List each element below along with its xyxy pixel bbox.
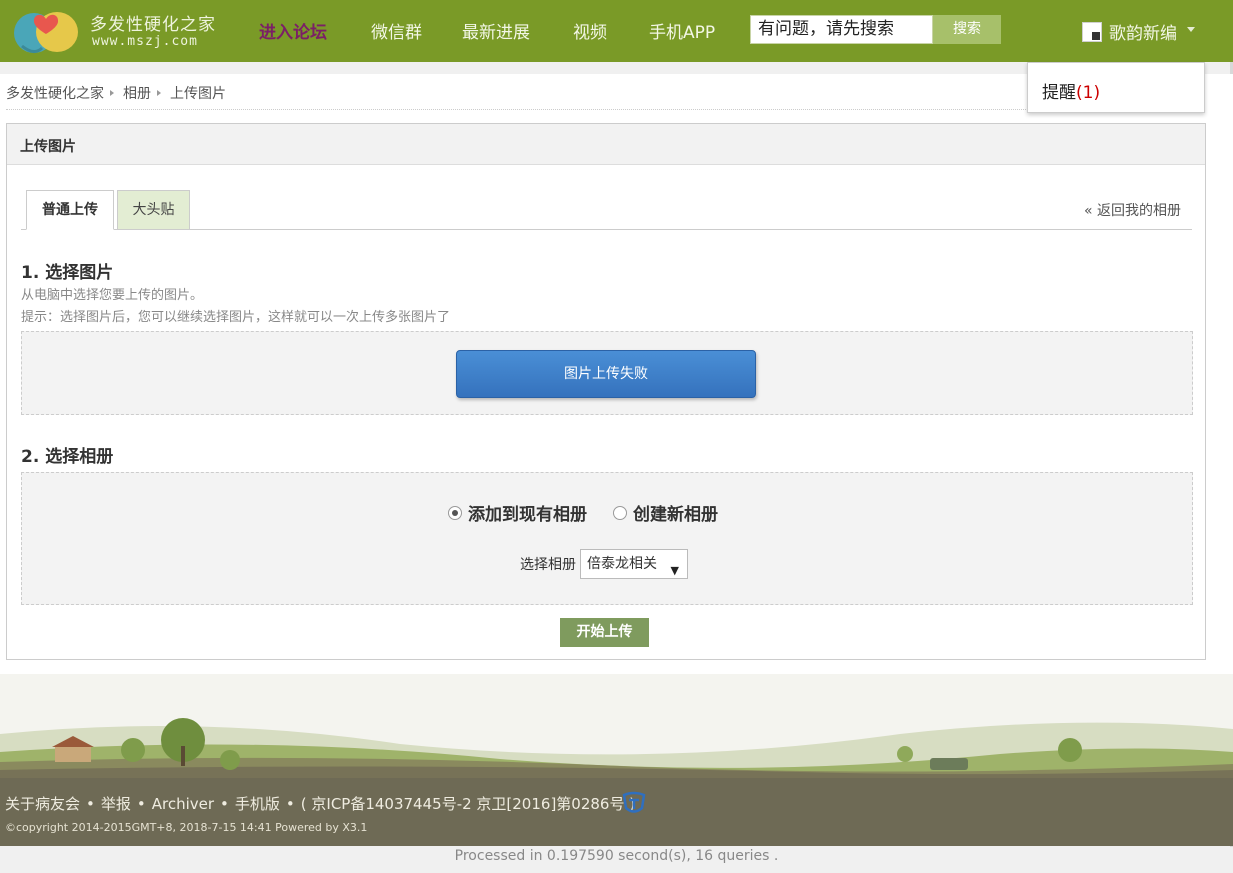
nav-mobile-app[interactable]: 手机APP <box>649 18 715 43</box>
reminder-label: 提醒 <box>1042 83 1076 103</box>
upload-drop-area: 图片上传失败 <box>21 331 1193 415</box>
top-navigation-bar: 多发性硬化之家 www.mszj.com 进入论坛 微信群 最新进展 视频 手机… <box>0 0 1233 62</box>
album-mode-radios: 添加到现有相册 创建新相册 <box>448 500 744 525</box>
album-select[interactable]: 倍泰龙相关 ▼ <box>580 549 688 579</box>
footer-links: 关于病友会 • 举报 • Archiver • 手机版 • ( 京ICP备14037445号-2… <box>5 793 635 814</box>
panel-title: 上传图片 <box>20 139 76 155</box>
album-selection-area: 添加到现有相册 创建新相册 选择相册 倍泰龙相关 ▼ <box>21 472 1193 605</box>
footer-link-mobile[interactable]: 手机版 <box>235 795 280 813</box>
album-select-value: 倍泰龙相关 <box>587 556 657 572</box>
new-album-label[interactable]: 创建新相册 <box>633 500 718 525</box>
footer-separator: • <box>136 795 146 813</box>
search-input[interactable]: 有问题，请先搜索 <box>750 15 933 44</box>
footer-link-report[interactable]: 举报 <box>101 795 131 813</box>
page-content: 多发性硬化之家 相册 上传图片 上传图片 普通上传 大头贴 « 返回我的相册 1. … <box>0 74 1233 674</box>
upload-panel: 上传图片 普通上传 大头贴 « 返回我的相册 1. 选择图片 从电脑中选择您要上… <box>6 123 1206 660</box>
nav-video[interactable]: 视频 <box>573 18 607 43</box>
processed-info: Processed in 0.197590 second(s), 16 quer… <box>454 848 779 864</box>
heart-logo-icon <box>14 12 78 53</box>
reminder-link[interactable]: 提醒(1) <box>1042 78 1100 103</box>
footer-separator: • <box>285 795 295 813</box>
breadcrumb-divider <box>6 109 1036 110</box>
album-select-label: 选择相册 <box>520 557 576 573</box>
back-to-album-link[interactable]: « 返回我的相册 <box>1084 200 1181 220</box>
footer-link-about[interactable]: 关于病友会 <box>5 795 80 813</box>
existing-album-label[interactable]: 添加到现有相册 <box>468 500 587 525</box>
footer-separator: • <box>86 795 95 813</box>
breadcrumb-chevron-icon <box>157 90 161 96</box>
nav-forum[interactable]: 进入论坛 <box>259 18 327 43</box>
footer-separator: • <box>220 795 229 813</box>
avatar-icon <box>1082 22 1102 42</box>
start-upload-button[interactable]: 开始上传 <box>560 618 649 647</box>
breadcrumb-album[interactable]: 相册 <box>123 86 151 102</box>
breadcrumb-current: 上传图片 <box>170 86 226 102</box>
dropdown-arrow-icon: ▼ <box>670 564 679 577</box>
select-images-button[interactable]: 图片上传失败 <box>456 350 756 398</box>
footer-link-archiver[interactable]: Archiver <box>152 795 214 813</box>
album-select-row: 选择相册 倍泰龙相关 ▼ <box>520 549 688 579</box>
new-album-radio[interactable] <box>613 505 627 520</box>
breadcrumb: 多发性硬化之家 相册 上传图片 <box>6 83 226 103</box>
username: 歌韵新编 <box>1109 24 1177 44</box>
tabs-divider <box>21 229 1192 230</box>
nav-wechat-group[interactable]: 微信群 <box>371 18 422 43</box>
site-logo[interactable]: 多发性硬化之家 www.mszj.com <box>8 4 223 56</box>
user-dropdown: 提醒(1) <box>1027 62 1205 113</box>
chevron-down-icon <box>1187 27 1195 32</box>
breadcrumb-home[interactable]: 多发性硬化之家 <box>6 86 104 102</box>
breadcrumb-chevron-icon <box>110 90 114 96</box>
site-url: www.mszj.com <box>92 34 198 49</box>
panel-header: 上传图片 <box>7 124 1205 165</box>
existing-album-radio[interactable] <box>448 505 462 520</box>
step1-hint: 从电脑中选择您要上传的图片。 <box>21 288 204 303</box>
reminder-count: (1) <box>1076 83 1101 103</box>
step1-tip: 提示：选择图片后，您可以继续选择图片，这样就可以一次上传多张图片了 <box>21 310 451 325</box>
site-name: 多发性硬化之家 <box>90 15 216 35</box>
step2-title: 2. 选择相册 <box>21 447 114 467</box>
search-button[interactable]: 搜索 <box>933 15 1001 44</box>
tab-photo-sticker[interactable]: 大头贴 <box>117 190 190 230</box>
step1-title: 1. 选择图片 <box>21 263 114 283</box>
police-badge-icon[interactable] <box>621 790 647 816</box>
nav-latest-progress[interactable]: 最新进展 <box>462 18 530 43</box>
copyright-text: ©copyright 2014-2015GMT+8, 2018-7-15 14:… <box>5 821 368 834</box>
footer-icp[interactable]: ( 京ICP备14037445号-2 京卫[2016]第0286号 ) <box>301 795 635 813</box>
tab-normal-upload[interactable]: 普通上传 <box>26 190 114 230</box>
